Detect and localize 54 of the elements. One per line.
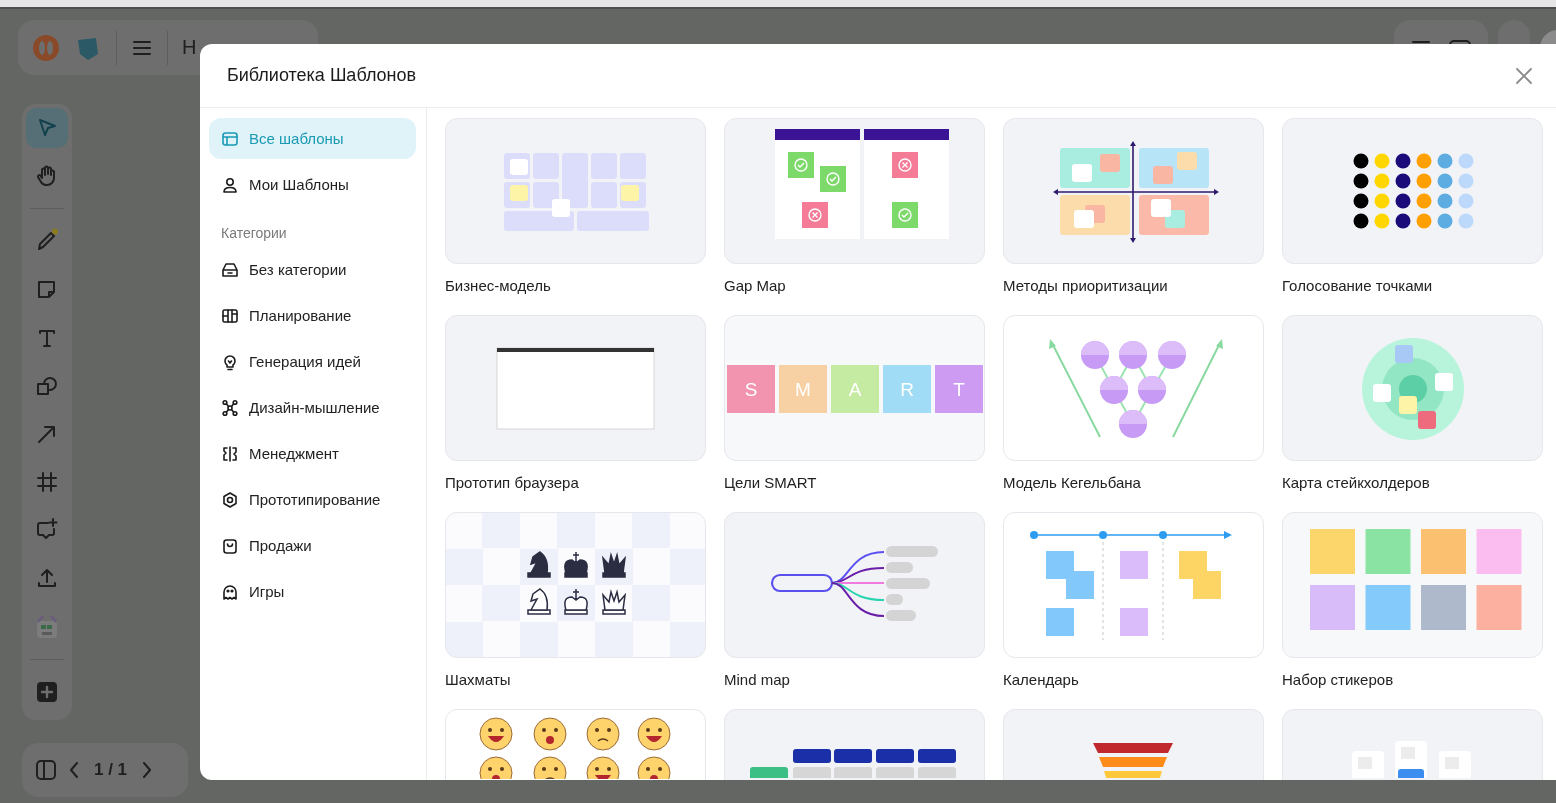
sticky-note <box>1072 164 1092 182</box>
logo-icon <box>32 33 60 62</box>
columns-icon <box>221 306 239 325</box>
sidebar-item[interactable]: Прототипирование <box>209 479 416 520</box>
template-title: Цели SMART <box>724 474 818 491</box>
tool-button[interactable] <box>26 108 68 149</box>
page-indicator: 1 / 1 <box>93 760 129 780</box>
sidebar-item[interactable]: Дизайн-мышление <box>209 387 416 428</box>
sidebar-icon[interactable] <box>34 758 58 782</box>
inbox-icon <box>221 260 239 279</box>
template-title: Календарь <box>1003 671 1080 688</box>
sidebar-item[interactable]: Без категории <box>209 249 416 290</box>
template-card[interactable] <box>445 512 706 658</box>
layout-icon <box>221 129 239 148</box>
letter-tile: R <box>883 365 931 413</box>
template-card[interactable] <box>1282 118 1543 264</box>
sidebar-item[interactable]: Мои Шаблоны <box>209 164 416 205</box>
sidebar-item[interactable]: Менеджмент <box>209 433 416 474</box>
template-title: Прототип браузера <box>445 474 580 491</box>
nodes-icon <box>221 398 239 417</box>
template-title: Карта стейкхолдеров <box>1282 474 1431 491</box>
template-card[interactable] <box>724 118 985 264</box>
sticky-note <box>1151 199 1171 217</box>
letter-tile: M <box>779 365 827 413</box>
template-title: Бизнес-модель <box>445 277 552 294</box>
lightbulb-icon <box>221 352 239 371</box>
letter-tile: S <box>727 365 775 413</box>
sidebar-item[interactable]: Генерация идей <box>209 341 416 382</box>
template-title: Набор стикеров <box>1282 671 1395 688</box>
sticky-note <box>1177 152 1197 170</box>
template-title: Методы приоритизации <box>1003 277 1169 294</box>
section-heading: Категории <box>220 224 288 243</box>
split-icon <box>221 444 239 463</box>
sidebar-item[interactable]: Продажи <box>209 525 416 566</box>
person-icon <box>221 175 239 194</box>
close-button[interactable] <box>1514 65 1534 86</box>
template-title: Голосование точками <box>1282 277 1434 294</box>
ghost-icon <box>221 582 239 601</box>
letter-tile: A <box>831 365 879 413</box>
dialog-title: Библиотека Шаблонов <box>227 65 417 86</box>
template-title: Gap Map <box>724 277 787 294</box>
target-icon <box>221 490 239 509</box>
bag-icon <box>221 536 239 555</box>
template-title: Mind map <box>724 671 791 688</box>
template-title: Модель Кегельбана <box>1003 474 1142 491</box>
template-title: Шахматы <box>445 671 512 688</box>
close-icon <box>1514 65 1534 86</box>
sidebar-item[interactable]: Игры <box>209 571 416 612</box>
sticky-note <box>1100 154 1120 172</box>
sticky-note <box>1074 210 1094 228</box>
letter-tile: T <box>935 365 983 413</box>
sticky-note <box>1153 166 1173 184</box>
templates-icon <box>34 613 60 640</box>
sidebar-item[interactable]: Планирование <box>209 295 416 336</box>
